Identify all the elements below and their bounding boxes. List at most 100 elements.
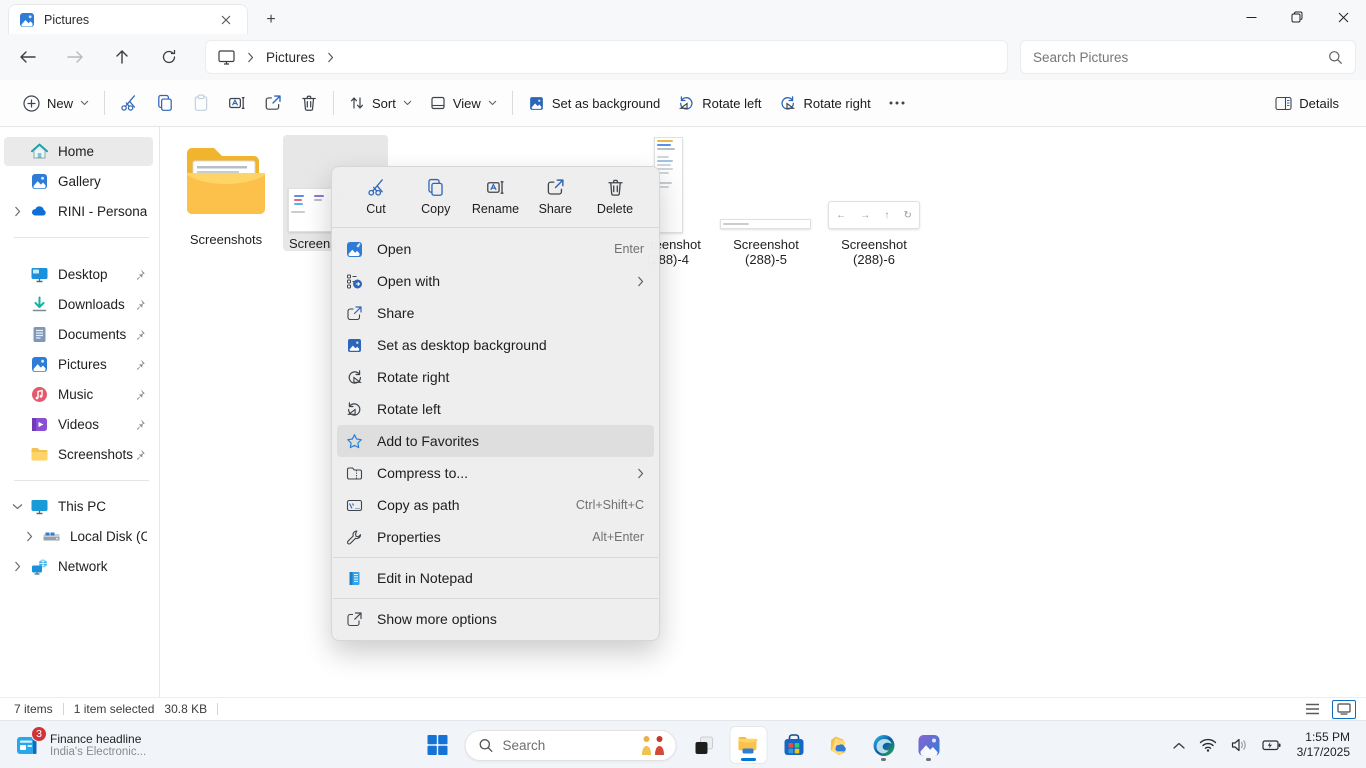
breadcrumb-chevron-icon[interactable] bbox=[327, 52, 334, 63]
copy-button[interactable]: Copy bbox=[410, 178, 462, 216]
chevron-right-icon[interactable] bbox=[4, 561, 30, 572]
sort-icon bbox=[349, 95, 365, 111]
share-button[interactable] bbox=[255, 87, 291, 119]
menu-item-show-more-options[interactable]: Show more options bbox=[337, 603, 654, 635]
chevron-down-icon[interactable] bbox=[4, 503, 30, 510]
widgets-button[interactable]: 3 Finance headline India's Electronic... bbox=[8, 726, 152, 764]
clock[interactable]: 1:55 PM 3/17/2025 bbox=[1291, 730, 1358, 760]
share-button[interactable]: Share bbox=[529, 178, 581, 216]
delete-button[interactable]: Delete bbox=[589, 178, 641, 216]
breadcrumb-item-pictures[interactable]: Pictures bbox=[266, 50, 315, 65]
chevron-right-icon[interactable] bbox=[16, 531, 42, 542]
documents-icon bbox=[30, 325, 49, 344]
set-as-background-button[interactable]: Set as background bbox=[519, 88, 669, 119]
share-icon bbox=[546, 178, 565, 197]
menu-item-properties[interactable]: Properties Alt+Enter bbox=[337, 521, 654, 553]
plus-circle-icon bbox=[23, 95, 40, 112]
refresh-icon[interactable] bbox=[152, 41, 186, 73]
explorer-tab-pictures[interactable]: Pictures bbox=[8, 4, 248, 34]
sidebar-item-this-pc[interactable]: This PC bbox=[4, 492, 153, 521]
file-tile-screenshot-288-6[interactable]: ← → ↑ ↻ Screenshot(288)-6 bbox=[823, 135, 925, 267]
sidebar-item-desktop[interactable]: Desktop bbox=[4, 260, 153, 289]
cut-button[interactable]: Cut bbox=[350, 178, 402, 216]
sidebar-item-network[interactable]: Network bbox=[4, 552, 153, 581]
sidebar-item-downloads[interactable]: Downloads bbox=[4, 290, 153, 319]
new-tab-button[interactable]: + bbox=[258, 8, 284, 32]
rotate-right-button[interactable]: Rotate right bbox=[770, 88, 879, 119]
menu-item-rotate-right[interactable]: Rotate right bbox=[337, 361, 654, 393]
menu-item-copy-as-path[interactable]: Copy as path Ctrl+Shift+C bbox=[337, 489, 654, 521]
up-icon[interactable] bbox=[105, 41, 139, 73]
battery-icon[interactable] bbox=[1258, 733, 1285, 757]
file-tile-screenshot-288-5[interactable]: Screenshot(288)-5 bbox=[715, 135, 817, 267]
view-button[interactable]: View bbox=[421, 88, 506, 118]
scissors-icon bbox=[367, 178, 386, 197]
sidebar-item-music[interactable]: Music bbox=[4, 380, 153, 409]
menu-item-rotate-left[interactable]: Rotate left bbox=[337, 393, 654, 425]
sidebar-item-documents[interactable]: Documents bbox=[4, 320, 153, 349]
context-menu-quick-actions: Cut Copy Rename Share Delete bbox=[332, 167, 659, 227]
sidebar-item-pictures[interactable]: Pictures bbox=[4, 350, 153, 379]
quick-action-label: Copy bbox=[421, 202, 450, 216]
taskbar-search-input[interactable]: Search bbox=[465, 730, 677, 761]
file-explorer-taskbar-button[interactable] bbox=[731, 727, 767, 763]
sidebar-item-local-disk-c[interactable]: Local Disk (C:) bbox=[16, 522, 153, 551]
forward-icon[interactable] bbox=[58, 41, 92, 73]
search-pictures-input[interactable]: Search Pictures bbox=[1020, 40, 1356, 74]
cut-button[interactable] bbox=[111, 87, 147, 119]
edge-browser-button[interactable] bbox=[866, 727, 902, 763]
maximize-button[interactable] bbox=[1274, 0, 1320, 34]
menu-item-edit-in-notepad[interactable]: Edit in Notepad bbox=[337, 562, 654, 594]
delete-icon bbox=[606, 178, 625, 197]
mini-back-icon: ← bbox=[836, 210, 846, 221]
volume-icon[interactable] bbox=[1227, 732, 1252, 758]
toolbar-divider bbox=[333, 91, 334, 115]
chevron-right-icon[interactable] bbox=[4, 206, 30, 217]
menu-divider bbox=[333, 598, 658, 599]
rename-button[interactable]: Rename bbox=[470, 178, 522, 216]
menu-item-set-as-desktop-background[interactable]: Set as desktop background bbox=[337, 329, 654, 361]
sidebar-item-videos[interactable]: Videos bbox=[4, 410, 153, 439]
sidebar-item-onedrive[interactable]: RINI - Personal bbox=[4, 197, 153, 226]
items-count: 7 items bbox=[0, 702, 63, 716]
minimize-button[interactable] bbox=[1228, 0, 1274, 34]
rename-icon bbox=[486, 178, 505, 197]
start-button[interactable] bbox=[420, 727, 456, 763]
photos-app-button[interactable] bbox=[911, 727, 947, 763]
close-button[interactable] bbox=[1320, 0, 1366, 34]
new-button[interactable]: New bbox=[14, 88, 98, 119]
delete-button[interactable] bbox=[291, 87, 327, 119]
paste-button[interactable] bbox=[183, 87, 219, 119]
breadcrumb[interactable]: Pictures bbox=[205, 40, 1008, 74]
thumbnail-view-icon[interactable] bbox=[1332, 700, 1356, 719]
file-tile-screenshots-folder[interactable]: Screenshots bbox=[178, 135, 274, 247]
sidebar-item-home[interactable]: Home bbox=[4, 137, 153, 166]
clock-date: 3/17/2025 bbox=[1297, 745, 1350, 760]
rename-button[interactable] bbox=[219, 87, 255, 119]
details-button[interactable]: Details bbox=[1266, 89, 1348, 118]
menu-item-add-to-favorites[interactable]: Add to Favorites bbox=[337, 425, 654, 457]
menu-item-open[interactable]: Open Enter bbox=[337, 233, 654, 265]
more-options-button[interactable] bbox=[880, 94, 914, 112]
sort-button[interactable]: Sort bbox=[340, 88, 421, 118]
menu-item-open-with[interactable]: Open with bbox=[337, 265, 654, 297]
sidebar-item-gallery[interactable]: Gallery bbox=[4, 167, 153, 196]
microsoft-store-button[interactable] bbox=[776, 727, 812, 763]
view-label: View bbox=[453, 96, 481, 111]
details-view-icon[interactable] bbox=[1300, 700, 1324, 719]
rotate-left-button[interactable]: Rotate left bbox=[669, 88, 770, 119]
title-bar: Pictures + bbox=[0, 0, 1366, 34]
hidden-icons-chevron-icon[interactable] bbox=[1169, 736, 1189, 755]
tab-close-icon[interactable] bbox=[215, 9, 237, 31]
sidebar-item-screenshots[interactable]: Screenshots bbox=[4, 440, 153, 469]
task-view-button[interactable] bbox=[686, 727, 722, 763]
back-icon[interactable] bbox=[11, 41, 45, 73]
wifi-icon[interactable] bbox=[1195, 732, 1221, 758]
copy-button[interactable] bbox=[147, 87, 183, 119]
menu-item-share[interactable]: Share bbox=[337, 297, 654, 329]
onedrive-folder-button[interactable] bbox=[821, 727, 857, 763]
quick-action-label: Rename bbox=[472, 202, 519, 216]
menu-item-compress-to[interactable]: Compress to... bbox=[337, 457, 654, 489]
properties-wrench-icon bbox=[346, 529, 363, 546]
status-bar: 7 items 1 item selected 30.8 KB bbox=[0, 697, 1366, 720]
